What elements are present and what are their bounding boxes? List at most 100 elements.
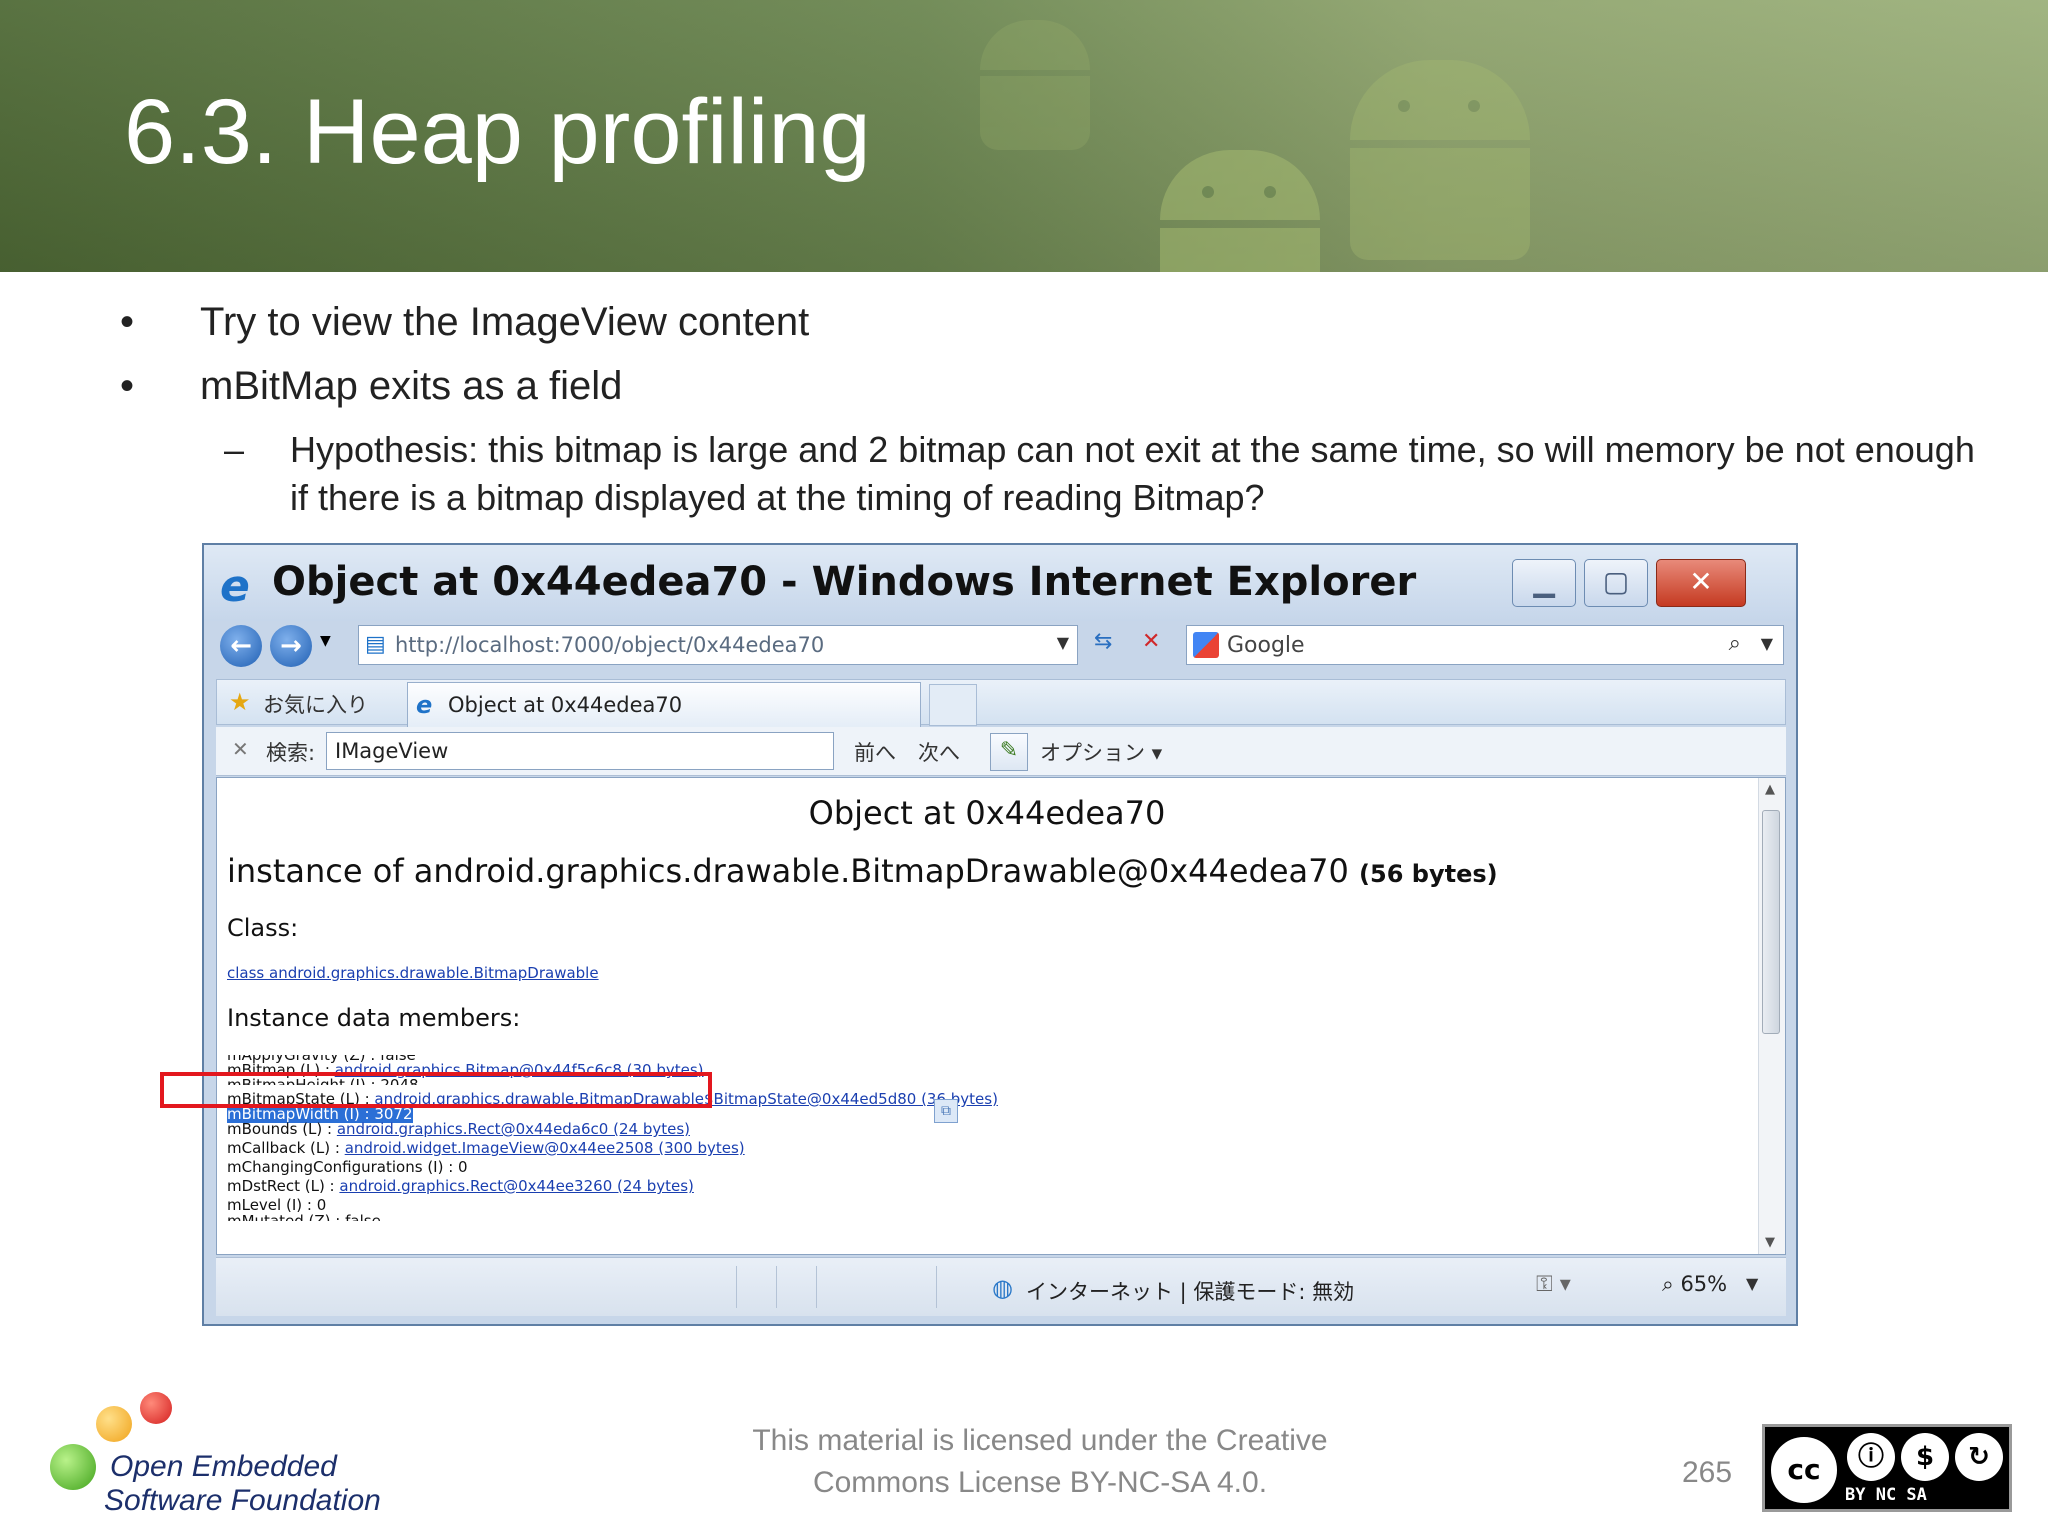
globe-icon: ◍ bbox=[992, 1274, 1013, 1302]
scroll-down-icon[interactable]: ▼ bbox=[1765, 1235, 1775, 1250]
android-icon bbox=[980, 20, 1090, 150]
maximize-button[interactable]: ▢ bbox=[1584, 559, 1648, 607]
slide-title: 6.3. Heap profiling bbox=[124, 81, 871, 183]
title-bar: e Object at 0x44edea70 - Windows Interne… bbox=[204, 545, 1796, 621]
field-row: mCallback (L) : android.widget.ImageView… bbox=[227, 1139, 745, 1158]
address-url: http://localhost:7000/object/0x44edea70 bbox=[395, 633, 825, 657]
zoom-value: 65% bbox=[1680, 1272, 1728, 1296]
search-dropdown-icon[interactable]: ▼ bbox=[1761, 634, 1773, 653]
bullet-text: mBitMap exits as a field bbox=[200, 364, 623, 408]
field-name: mDstRect (L) : bbox=[227, 1177, 340, 1195]
org-name-line2: Software Foundation bbox=[104, 1484, 381, 1517]
favorites-star-icon[interactable]: ★ bbox=[229, 688, 251, 716]
field-name: mCallback (L) : bbox=[227, 1139, 345, 1157]
zoom-level[interactable]: ⌕ 65% bbox=[1662, 1272, 1727, 1297]
google-logo-icon bbox=[1193, 632, 1219, 658]
find-input[interactable]: IMageView bbox=[326, 732, 834, 770]
status-bar: ◍ インターネット | 保護モード: 無効 ⚿ ▾ ⌕ 65% ▼ bbox=[216, 1257, 1786, 1316]
license-text: This material is licensed under the Crea… bbox=[700, 1420, 1380, 1504]
find-options-label: オプション bbox=[1040, 741, 1145, 765]
highlight-annotation bbox=[160, 1072, 712, 1108]
ie-logo-icon: e bbox=[220, 561, 250, 612]
cc-label: BY NC SA bbox=[1845, 1485, 1927, 1505]
close-find-icon[interactable]: ✕ bbox=[232, 737, 249, 761]
members-label: Instance data members: bbox=[227, 1004, 521, 1032]
field-link[interactable]: android.widget.ImageView@0x44ee2508 (300… bbox=[345, 1139, 745, 1157]
history-dropdown-icon[interactable]: ▼ bbox=[320, 633, 331, 649]
field-value: 0 bbox=[316, 1196, 327, 1214]
new-tab-button[interactable] bbox=[929, 684, 977, 726]
field-name: mLevel (I) : bbox=[227, 1196, 317, 1214]
back-button[interactable]: ← bbox=[220, 625, 262, 667]
green-ball-icon bbox=[50, 1444, 96, 1490]
field-name: mChangingConfigurations (I) : bbox=[227, 1158, 459, 1176]
class-label: Class: bbox=[227, 914, 299, 942]
ie-tab-icon: e bbox=[416, 691, 433, 719]
security-zone[interactable]: インターネット | 保護モード: 無効 bbox=[1026, 1276, 1354, 1306]
field-link[interactable]: android.graphics.Rect@0x44ee3260 (24 byt… bbox=[339, 1177, 694, 1195]
status-divider bbox=[736, 1266, 737, 1308]
attribution-icon: ⓘ bbox=[1847, 1433, 1895, 1481]
class-link[interactable]: class android.graphics.drawable.BitmapDr… bbox=[227, 964, 599, 982]
field-value: 0 bbox=[458, 1158, 468, 1176]
highlight-icon[interactable]: ✎ bbox=[990, 733, 1028, 771]
find-bar: ✕ 検索: IMageView 前へ 次へ ✎ オプション ▾ bbox=[216, 727, 1786, 776]
page-number: 265 bbox=[1682, 1456, 1733, 1489]
cc-license-badge: cc ⓘ $ ↻ BY NC SA bbox=[1762, 1424, 2012, 1512]
license-line2: Commons License BY-NC-SA 4.0. bbox=[812, 1466, 1268, 1499]
page-content: Object at 0x44edea70 instance of android… bbox=[216, 777, 1786, 1255]
refresh-icon[interactable]: ⇆ bbox=[1094, 629, 1112, 654]
page-heading: Object at 0x44edea70 bbox=[808, 794, 1166, 832]
navigation-bar: ← → ▼ ▤ http://localhost:7000/object/0x4… bbox=[214, 621, 1786, 671]
search-engine-label: Google bbox=[1227, 633, 1305, 658]
address-dropdown-icon[interactable]: ▼ bbox=[1057, 633, 1069, 652]
vertical-scrollbar[interactable]: ▲ ▼ bbox=[1758, 778, 1785, 1254]
protected-mode-icon[interactable]: ⚿ ▾ bbox=[1536, 1272, 1571, 1297]
field-link[interactable]: android.graphics.Rect@0x44eda6c0 (24 byt… bbox=[337, 1120, 690, 1138]
status-divider bbox=[936, 1266, 937, 1308]
tab-active[interactable]: e Object at 0x44edea70 bbox=[407, 682, 921, 728]
favorites-bar: ★ お気に入り e Object at 0x44edea70 bbox=[216, 679, 1786, 728]
scroll-up-icon[interactable]: ▲ bbox=[1765, 782, 1775, 797]
zoom-dropdown-icon[interactable]: ▼ bbox=[1746, 1274, 1758, 1293]
field-row: mMutated (Z) : false bbox=[227, 1212, 381, 1230]
field-name: mBounds (L) : bbox=[227, 1120, 337, 1138]
field-name: mMutated (Z) : bbox=[227, 1212, 346, 1230]
orange-ball-icon bbox=[96, 1406, 132, 1442]
noncommercial-icon: $ bbox=[1901, 1433, 1949, 1481]
window-title: Object at 0x44edea70 - Windows Internet … bbox=[272, 559, 1417, 605]
close-button[interactable]: ✕ bbox=[1656, 559, 1746, 607]
search-box[interactable]: Google ⌕ ▼ bbox=[1186, 625, 1784, 665]
license-line1: This material is licensed under the Crea… bbox=[752, 1424, 1328, 1457]
instance-text: instance of android.graphics.drawable.Bi… bbox=[227, 852, 1349, 890]
red-ball-icon bbox=[140, 1392, 172, 1424]
oesf-logo: Open Embedded Software Foundation bbox=[40, 1392, 400, 1522]
image-popup-icon[interactable]: ⧉ bbox=[934, 1099, 958, 1123]
stop-icon[interactable]: ✕ bbox=[1142, 629, 1160, 654]
search-icon[interactable]: ⌕ bbox=[1729, 631, 1741, 656]
address-bar[interactable]: ▤ http://localhost:7000/object/0x44edea7… bbox=[358, 625, 1078, 665]
cc-icon: cc bbox=[1771, 1437, 1837, 1503]
android-icon bbox=[1350, 60, 1530, 260]
find-label: 検索: bbox=[266, 741, 316, 765]
find-next-button[interactable]: 次へ bbox=[918, 737, 960, 767]
org-name-line1: Open Embedded bbox=[110, 1450, 337, 1483]
field-row: mDstRect (L) : android.graphics.Rect@0x4… bbox=[227, 1177, 694, 1196]
favorites-label[interactable]: お気に入り bbox=[263, 689, 368, 719]
bullet-marker: • bbox=[120, 300, 135, 344]
find-previous-button[interactable]: 前へ bbox=[854, 737, 896, 767]
find-input-value: IMageView bbox=[335, 739, 449, 763]
scroll-thumb[interactable] bbox=[1762, 810, 1780, 1034]
status-divider bbox=[816, 1266, 817, 1308]
instance-size: (56 bytes) bbox=[1359, 860, 1498, 888]
field-row: mBounds (L) : android.graphics.Rect@0x44… bbox=[227, 1120, 690, 1139]
android-icon bbox=[1160, 150, 1320, 272]
tab-label: Object at 0x44edea70 bbox=[448, 693, 683, 717]
find-options-button[interactable]: オプション ▾ bbox=[1040, 737, 1162, 767]
field-row: mChangingConfigurations (I) : 0 bbox=[227, 1158, 468, 1177]
sub-bullet-marker: – bbox=[224, 429, 245, 470]
forward-button[interactable]: → bbox=[270, 625, 312, 667]
sub-bullet-text: Hypothesis: this bitmap is large and 2 b… bbox=[290, 429, 1975, 518]
minimize-button[interactable]: ▁ bbox=[1512, 559, 1576, 607]
sharealike-icon: ↻ bbox=[1955, 1433, 2003, 1481]
